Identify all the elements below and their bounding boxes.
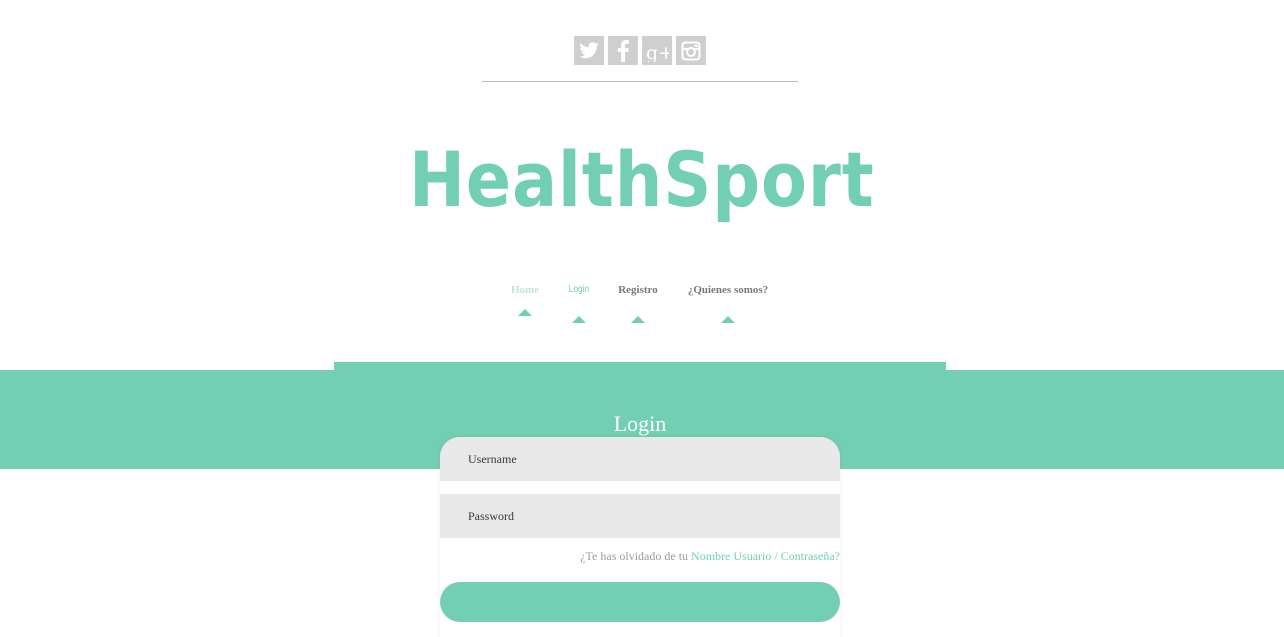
login-title: Login (613, 411, 667, 436)
twitter-icon[interactable] (574, 36, 604, 65)
nav-item-registro[interactable]: Registro (612, 283, 664, 323)
main-nav: Home Login Registro ¿Quienes somos? (0, 283, 1284, 333)
username-field[interactable] (440, 437, 840, 481)
nav-item-home-label: Home (510, 284, 540, 296)
nav-item-login-label: Login (568, 284, 590, 295)
forgot-credentials: ¿Te has olvidado de tu Nombre Usuario / … (580, 549, 840, 564)
nav-item-registro-label: Registro (618, 284, 658, 296)
triangle-up-icon (721, 316, 735, 323)
forgot-prefix: ¿Te has olvidado de tu (580, 549, 692, 563)
facebook-icon[interactable] (608, 36, 638, 65)
social-links: g+ (574, 36, 706, 65)
login-form: ¿Te has olvidado de tu Nombre Usuario / … (440, 437, 840, 637)
nav-item-quienes-somos[interactable]: ¿Quienes somos? (684, 283, 772, 323)
page: g+ HealthSport Home Login Registro ¿Quie… (0, 0, 1284, 637)
forgot-credentials-link[interactable]: Nombre Usuario / Contraseña? (691, 549, 840, 563)
svg-text:g+: g+ (646, 42, 669, 62)
password-field[interactable] (440, 494, 840, 538)
band-tab (334, 362, 946, 370)
triangle-up-icon (572, 316, 586, 323)
nav-item-login[interactable]: Login (560, 283, 598, 323)
triangle-up-icon (631, 316, 645, 323)
nav-item-home[interactable]: Home (505, 283, 545, 316)
login-submit-button[interactable] (440, 582, 840, 622)
instagram-icon[interactable] (676, 36, 706, 65)
google-plus-icon[interactable]: g+ (642, 36, 672, 65)
nav-item-quienes-somos-label: ¿Quienes somos? (687, 284, 769, 296)
divider (482, 81, 798, 82)
site-logo[interactable]: HealthSport (77, 134, 1207, 225)
triangle-up-icon (518, 309, 532, 316)
